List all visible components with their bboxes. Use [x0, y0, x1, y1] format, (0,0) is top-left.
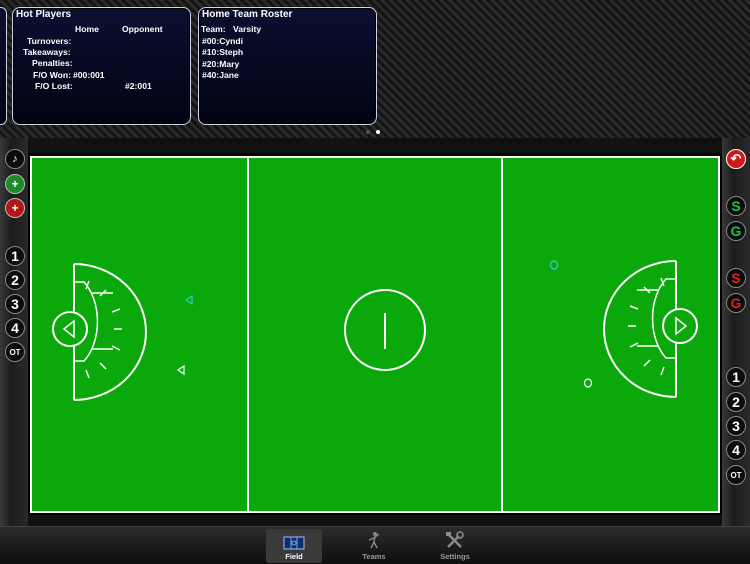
right-period-1-button[interactable]: 1 [726, 367, 746, 387]
previous-panel-edge[interactable] [0, 7, 7, 125]
away-goal-button[interactable]: G [726, 293, 746, 313]
tab-settings[interactable]: Settings [427, 529, 483, 563]
player-icon [368, 532, 380, 549]
left-period-2-button[interactable]: 2 [5, 270, 25, 290]
left-period-4-button[interactable]: 4 [5, 318, 25, 338]
field-boundary [30, 156, 720, 513]
home-shot-button[interactable]: S [726, 196, 746, 216]
stat-label-takeaways: Takeaways: [23, 47, 71, 57]
roster-player[interactable]: #10:Steph [202, 47, 243, 57]
page-dot [366, 130, 370, 134]
stat-label-penalties: Penalties: [32, 58, 73, 68]
stat-label-fo-lost: F/O Lost: [35, 81, 73, 91]
whistle-icon[interactable]: ♪ [5, 149, 25, 169]
hot-players-panel[interactable]: Hot Players Home Opponent Turnovers: Tak… [12, 7, 191, 125]
col-opponent-header: Opponent [122, 24, 163, 34]
roster-player[interactable]: #00:Cyndi [202, 36, 243, 46]
page-dot-active [376, 130, 380, 134]
right-overtime-button[interactable]: OT [726, 465, 746, 485]
roster-player[interactable]: #40:Jane [202, 70, 239, 80]
stat-home-fo-won: #00:001 [73, 70, 105, 80]
roster-team-name: Varsity [233, 24, 262, 34]
undo-icon[interactable]: ↶ [726, 149, 746, 169]
bottom-tab-bar: Field Teams Settings [0, 526, 750, 564]
left-period-1-button[interactable]: 1 [5, 246, 25, 266]
right-period-4-button[interactable]: 4 [726, 440, 746, 460]
home-goal-button[interactable]: G [726, 221, 746, 241]
col-home-header: Home [75, 24, 99, 34]
lacrosse-field-container[interactable] [28, 153, 722, 515]
away-shot-button[interactable]: S [726, 268, 746, 288]
stat-opp-fo-lost: #2:001 [125, 81, 152, 91]
home-roster-panel[interactable]: Home Team Roster Team: Varsity #00:Cyndi… [198, 7, 377, 125]
add-red-icon[interactable]: + [5, 198, 25, 218]
add-green-icon[interactable]: + [5, 174, 25, 194]
tab-teams-label: Teams [362, 552, 386, 561]
tab-field[interactable]: Field [266, 529, 322, 563]
right-control-strip: ↶ S G S G 1 2 3 4 OT [722, 138, 750, 526]
left-period-3-button[interactable]: 3 [5, 294, 25, 314]
right-period-2-button[interactable]: 2 [726, 392, 746, 412]
tab-teams[interactable]: Teams [346, 529, 402, 563]
right-period-3-button[interactable]: 3 [726, 416, 746, 436]
roster-team-label: Team: [201, 24, 226, 34]
stat-label-turnovers: Turnovers: [27, 36, 72, 46]
tab-field-label: Field [285, 552, 303, 561]
roster-player[interactable]: #20:Mary [202, 59, 239, 69]
lacrosse-field[interactable] [28, 153, 722, 515]
field-icon [283, 536, 305, 550]
left-overtime-button[interactable]: OT [5, 342, 25, 362]
tab-settings-label: Settings [440, 552, 470, 561]
left-control-strip: ♪ + + 1 2 3 4 OT [0, 138, 28, 526]
roster-title: Home Team Roster [202, 9, 293, 20]
tools-icon [446, 531, 464, 548]
hot-players-title: Hot Players [16, 9, 72, 20]
stat-label-fo-won: F/O Won: [33, 70, 72, 80]
